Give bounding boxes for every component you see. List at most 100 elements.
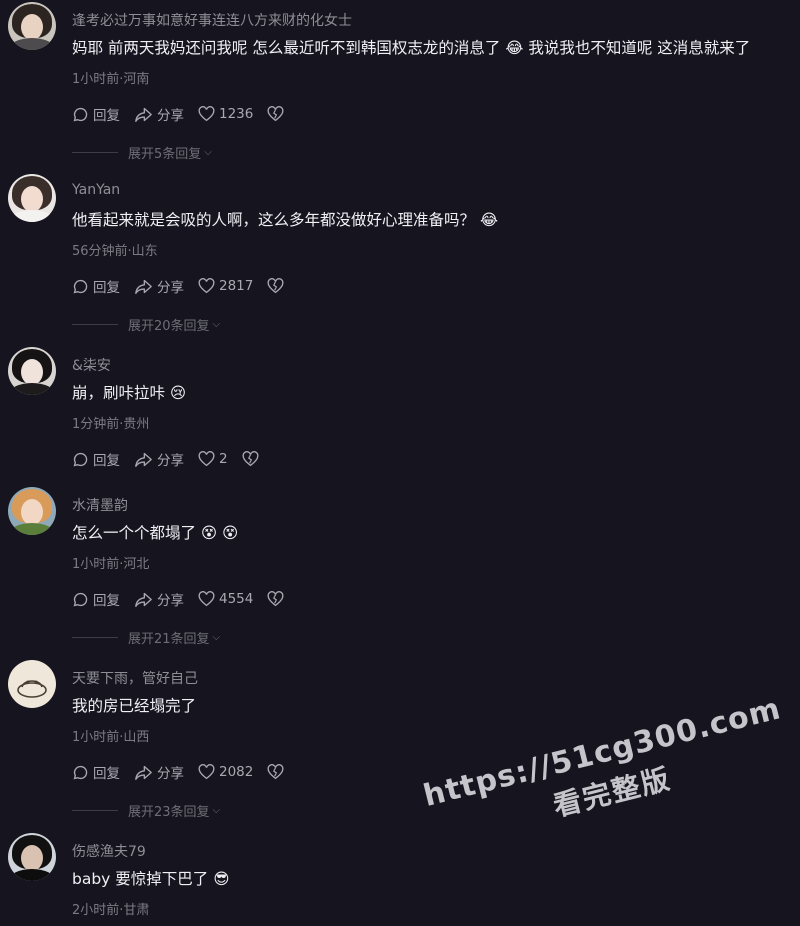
like-button[interactable]: 2817 [198, 278, 253, 294]
expand-replies-label: 展开20条回复 [128, 319, 210, 334]
like-button[interactable]: 2082 [198, 764, 253, 780]
share-button[interactable]: 分享 [134, 104, 184, 124]
comment-text: baby 要惊掉下巴了 😎 [72, 867, 229, 889]
watermark: https://51cg300.com 看完整版 [420, 691, 795, 854]
comment-text-content: 我的房已经塌完了 [72, 697, 197, 715]
reply-label: 回复 [93, 593, 120, 609]
comment-username[interactable]: 伤感渔夫79 [72, 841, 146, 861]
comment-username[interactable]: 逢考必过万事如意好事连连八方来财的化女士 [72, 10, 352, 30]
comment-text-content: 怎么一个个都塌了 😵 😵 [72, 524, 239, 542]
expand-replies[interactable]: 展开5条回复 ⌵ [72, 143, 212, 162]
heart-icon [198, 591, 215, 607]
dislike-button[interactable] [267, 278, 288, 294]
reply-label: 回复 [93, 766, 120, 782]
dislike-button[interactable] [267, 764, 288, 780]
share-icon [135, 107, 152, 122]
broken-heart-icon [242, 451, 259, 467]
share-button[interactable]: 分享 [134, 762, 184, 782]
expand-replies-label: 展开23条回复 [128, 805, 210, 820]
share-label: 分享 [157, 593, 184, 609]
reply-button[interactable]: 回复 [72, 276, 120, 296]
comment-username[interactable]: YanYan [72, 182, 120, 198]
comment-meta: 1小时前·河南 [72, 72, 150, 87]
like-button[interactable]: 4554 [198, 591, 253, 607]
expand-replies[interactable]: 展开21条回复 ⌵ [72, 628, 220, 647]
share-icon [135, 279, 152, 294]
heart-icon [198, 451, 215, 467]
comment-username[interactable]: &柒安 [72, 355, 111, 375]
avatar[interactable] [8, 347, 56, 395]
comment-username[interactable]: 天要下雨，管好自己 [72, 668, 198, 688]
avatar[interactable] [8, 833, 56, 881]
chevron-down-icon: ⌵ [212, 632, 221, 643]
like-button[interactable]: 1236 [198, 106, 253, 122]
dislike-button[interactable] [267, 106, 288, 122]
divider [72, 637, 118, 638]
broken-heart-icon [267, 764, 284, 780]
comment-text: 崩，刷咔拉咔 😢 [72, 381, 186, 403]
reply-label: 回复 [93, 280, 120, 296]
reply-button[interactable]: 回复 [72, 104, 120, 124]
reply-icon [73, 765, 88, 779]
heart-icon [198, 764, 215, 780]
comment-text: 我的房已经塌完了 [72, 694, 196, 716]
like-count: 2082 [219, 764, 254, 780]
comment-text-content: 妈耶 前两天我妈还问我呢 怎么最近听不到韩国权志龙的消息了 😂 我说我也不知道呢… [72, 39, 751, 57]
share-label: 分享 [157, 766, 184, 782]
comment-list: 逢考必过万事如意好事连连八方来财的化女士 妈耶 前两天我妈还问我呢 怎么最近听不… [0, 0, 800, 926]
chevron-down-icon: ⌵ [204, 147, 212, 158]
share-label: 分享 [157, 108, 184, 124]
reply-label: 回复 [93, 108, 120, 124]
avatar[interactable] [8, 2, 56, 50]
avatar[interactable] [8, 660, 56, 708]
share-icon [135, 765, 152, 780]
comment-text: 他看起来就是会吸的人啊，这么多年都没做好心理准备吗？ 😂 [72, 208, 498, 230]
comment-meta: 56分钟前·山东 [72, 244, 158, 259]
dislike-button[interactable] [242, 451, 263, 467]
reply-button[interactable]: 回复 [72, 762, 120, 782]
dislike-button[interactable] [267, 591, 288, 607]
expand-replies[interactable]: 展开20条回复 ⌵ [72, 315, 220, 334]
comment-actions: 回复 分享 2 [72, 449, 277, 469]
reply-icon [73, 107, 88, 121]
expand-replies-label: 展开21条回复 [128, 632, 210, 647]
reply-icon [73, 592, 88, 606]
broken-heart-icon [267, 591, 284, 607]
chevron-down-icon: ⌵ [212, 319, 221, 330]
comment-text: 怎么一个个都塌了 😵 😵 [72, 521, 238, 543]
divider [72, 152, 118, 153]
share-button[interactable]: 分享 [134, 276, 184, 296]
broken-heart-icon [267, 106, 284, 122]
divider [72, 810, 118, 811]
divider [72, 324, 118, 325]
reply-button[interactable]: 回复 [72, 449, 120, 469]
expand-replies-label: 展开5条回复 [128, 147, 202, 162]
reply-button[interactable]: 回复 [72, 589, 120, 609]
reply-label: 回复 [93, 453, 120, 469]
like-count: 1236 [219, 106, 254, 122]
comment-meta: 2小时前·甘肃 [72, 903, 150, 918]
watermark-url: https://51cg300.com [420, 691, 785, 814]
comment-text-content: 他看起来就是会吸的人啊，这么多年都没做好心理准备吗？ 😂 [72, 211, 499, 229]
like-count: 2 [219, 451, 228, 467]
like-button[interactable]: 2 [198, 451, 228, 467]
comment-text-content: 崩，刷咔拉咔 😢 [72, 384, 187, 402]
comment-text: 妈耶 前两天我妈还问我呢 怎么最近听不到韩国权志龙的消息了 😂 我说我也不知道呢… [72, 36, 750, 58]
comment-text-content: baby 要惊掉下巴了 😎 [72, 870, 230, 888]
like-count: 4554 [219, 591, 254, 607]
avatar[interactable] [8, 487, 56, 535]
share-button[interactable]: 分享 [134, 449, 184, 469]
heart-icon [198, 106, 215, 122]
expand-replies[interactable]: 展开23条回复 ⌵ [72, 801, 220, 820]
comment-meta: 1分钟前·贵州 [72, 417, 150, 432]
comment-actions: 回复 分享 2082 [72, 762, 302, 782]
comment-username[interactable]: 水清墨韵 [72, 495, 128, 515]
avatar[interactable] [8, 174, 56, 222]
cartoon-avatar-icon [17, 680, 47, 698]
heart-icon [198, 278, 215, 294]
comment-meta: 1小时前·河北 [72, 557, 150, 572]
share-label: 分享 [157, 280, 184, 296]
share-icon [135, 452, 152, 467]
share-button[interactable]: 分享 [134, 589, 184, 609]
comment-actions: 回复 分享 4554 [72, 589, 302, 609]
